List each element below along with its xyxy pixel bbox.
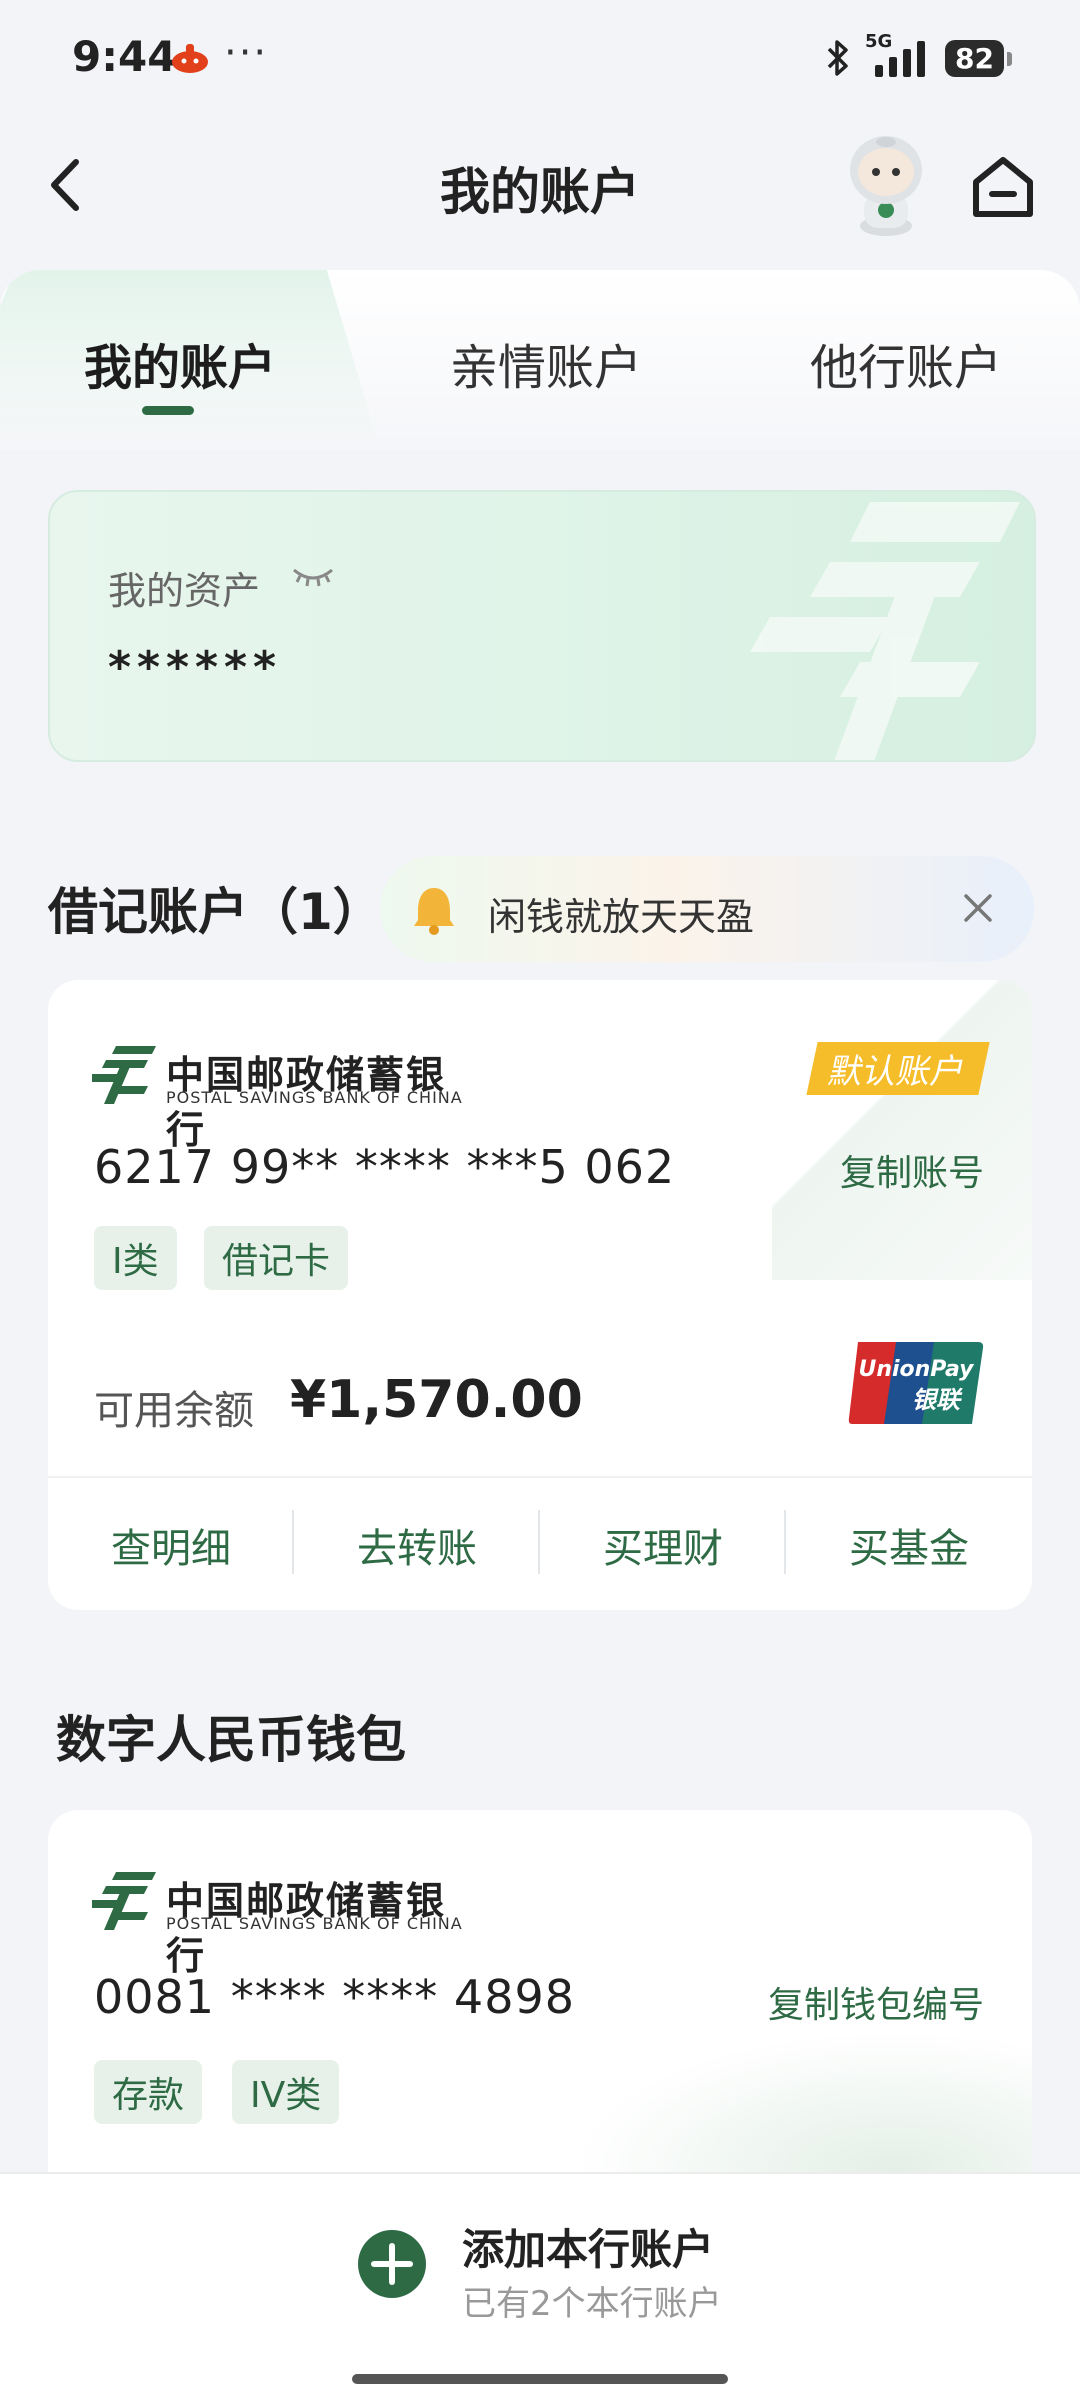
unionpay-text-en: UnionPay bbox=[858, 1357, 975, 1382]
postal-logo-watermark bbox=[750, 502, 1020, 760]
add-account-title[interactable]: 添加本行账户 bbox=[462, 2216, 714, 2277]
battery-indicator: 82 bbox=[945, 39, 1012, 77]
eye-closed-icon[interactable] bbox=[290, 562, 336, 592]
add-circle-icon[interactable] bbox=[356, 2228, 428, 2300]
bell-icon bbox=[414, 888, 454, 935]
tab-family-accounts[interactable]: 亲情账户 bbox=[450, 328, 642, 398]
tag-wallet-class: IV类 bbox=[232, 2060, 340, 2124]
tag-deposit: 存款 bbox=[94, 2060, 203, 2124]
transfer-button[interactable]: 去转账 bbox=[294, 1516, 540, 1574]
app-notification-icon bbox=[172, 44, 208, 73]
unionpay-text-cn: 银联 bbox=[912, 1386, 963, 1414]
signal-icon: 5G bbox=[865, 31, 935, 81]
wallet-number: 0081 **** **** 4898 bbox=[94, 1970, 575, 2024]
tab-other-bank-accounts[interactable]: 他行账户 bbox=[810, 328, 1002, 398]
bank-logo: 中国邮政储蓄银行 POSTAL SAVINGS BANK OF CHINA bbox=[92, 1870, 472, 1978]
close-icon[interactable] bbox=[956, 886, 1000, 930]
card-number: 6217 99** **** ***5 062 bbox=[94, 1140, 676, 1194]
ecny-wallet-card[interactable]: 中国邮政储蓄银行 POSTAL SAVINGS BANK OF CHINA 00… bbox=[48, 1810, 1032, 2230]
view-details-button[interactable]: 查明细 bbox=[48, 1516, 294, 1574]
tab-active-indicator bbox=[142, 406, 194, 415]
add-account-bar[interactable]: 添加本行账户 已有2个本行账户 bbox=[0, 2172, 1080, 2402]
status-more-icon: ··· bbox=[224, 30, 269, 76]
tag-account-class: I类 bbox=[94, 1226, 177, 1290]
status-time: 9:44 bbox=[72, 32, 177, 81]
promo-banner[interactable]: 闲钱就放天天盈 bbox=[380, 856, 1034, 962]
bank-name-en: POSTAL SAVINGS BANK OF CHINA bbox=[166, 1088, 463, 1107]
status-bar: 9:44 ··· 5G 82 bbox=[0, 0, 1080, 120]
network-type: 5G bbox=[865, 31, 893, 52]
copy-account-button[interactable]: 复制账号 bbox=[840, 1144, 984, 1196]
balance-value: ¥1,570.00 bbox=[290, 1370, 583, 1430]
debit-card[interactable]: 中国邮政储蓄银行 POSTAL SAVINGS BANK OF CHINA 默认… bbox=[48, 980, 1032, 1610]
asset-label: 我的资产 bbox=[108, 569, 261, 613]
debit-section-title: 借记账户（1） bbox=[48, 883, 383, 941]
buy-fund-button[interactable]: 买基金 bbox=[786, 1516, 1032, 1574]
promo-text: 闲钱就放天天盈 bbox=[488, 895, 755, 939]
tab-my-accounts[interactable]: 我的账户 bbox=[84, 328, 276, 398]
bank-logo: 中国邮政储蓄银行 POSTAL SAVINGS BANK OF CHINA bbox=[92, 1044, 472, 1152]
postal-bank-logo-icon bbox=[92, 1872, 156, 1930]
asset-value: ****** bbox=[108, 642, 283, 693]
bluetooth-icon bbox=[827, 40, 848, 76]
postal-bank-logo-icon bbox=[92, 1046, 156, 1104]
ecny-section-title: 数字人民币钱包 bbox=[56, 1711, 406, 1769]
home-indicator bbox=[352, 2374, 728, 2384]
asset-card: 我的资产 ****** bbox=[48, 490, 1036, 762]
card-divider bbox=[48, 1476, 1032, 1478]
header: 我的账户 bbox=[0, 120, 1080, 250]
balance-label: 可用余额 bbox=[94, 1388, 254, 1434]
home-icon[interactable] bbox=[966, 150, 1040, 224]
copy-wallet-button[interactable]: 复制钱包编号 bbox=[768, 1976, 984, 2028]
status-indicators: 5G 82 bbox=[821, 31, 1012, 82]
tag-card-type: 借记卡 bbox=[204, 1226, 349, 1290]
default-account-badge: 默认账户 bbox=[806, 1042, 990, 1095]
card-decoration bbox=[772, 980, 1032, 1280]
bank-name-en: POSTAL SAVINGS BANK OF CHINA bbox=[166, 1914, 463, 1933]
assistant-robot-icon[interactable] bbox=[836, 130, 936, 240]
buy-wealth-button[interactable]: 买理财 bbox=[540, 1516, 786, 1574]
unionpay-logo: UnionPay 银联 bbox=[848, 1342, 984, 1424]
add-account-subtitle: 已有2个本行账户 bbox=[462, 2284, 722, 2324]
